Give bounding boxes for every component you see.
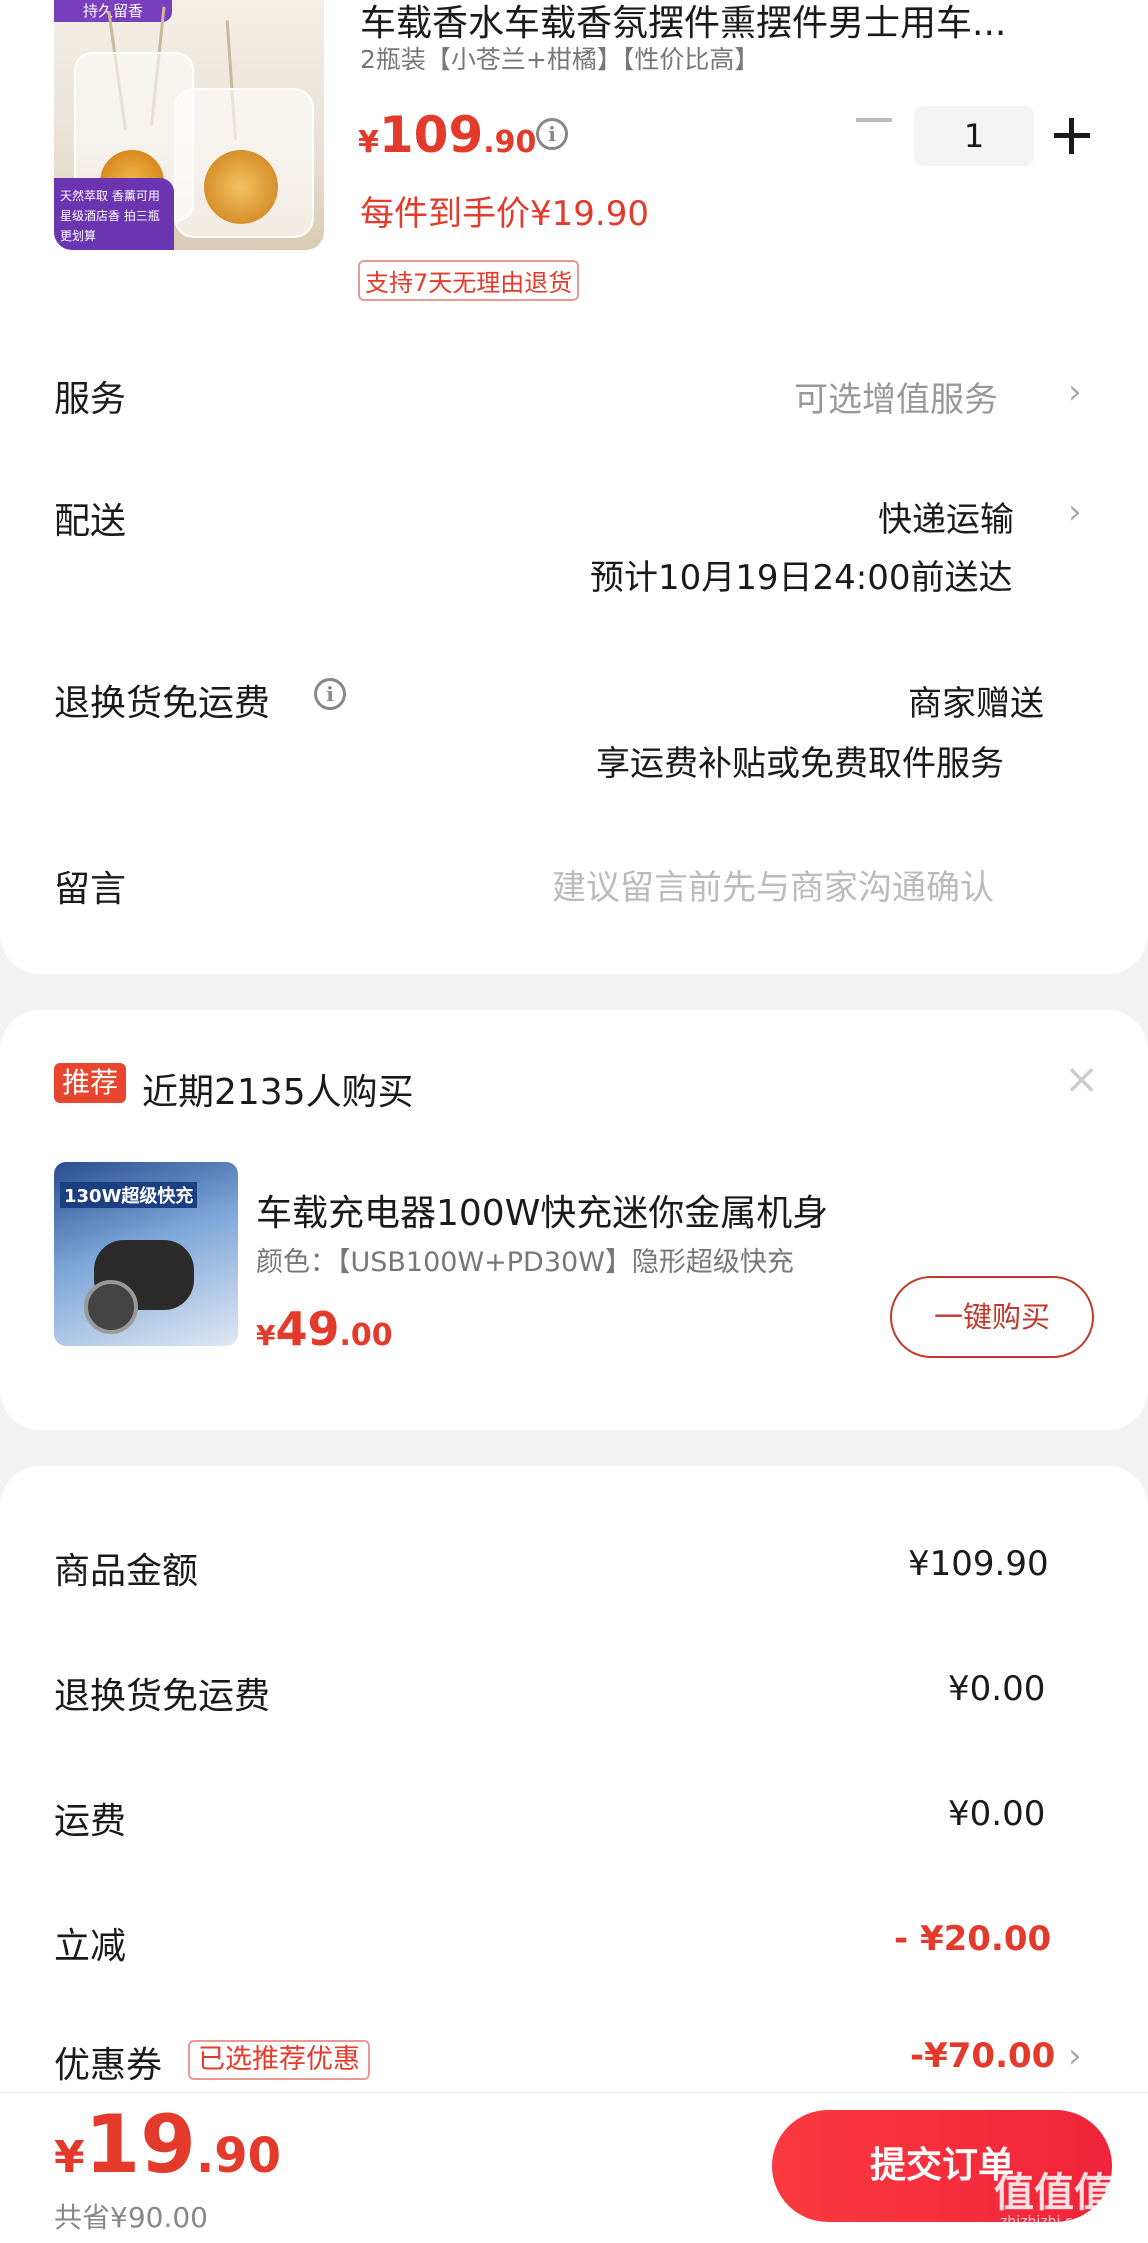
watermark-url: zhizhizhi.com — [1000, 2214, 1095, 2230]
price-integer: 19 — [84, 2098, 196, 2191]
return-free-label: 退换货免运费 — [54, 683, 271, 724]
recommend-product-price: ¥49.00 — [256, 1302, 393, 1356]
service-label: 服务 — [54, 379, 127, 420]
shipping-value: ¥0.00 — [948, 1794, 1046, 1834]
delivery-eta: 预计10月19日24:00前送达 — [590, 558, 1013, 598]
goods-amount-label: 商品金额 — [54, 1551, 199, 1592]
return-free-summary-value: ¥0.00 — [948, 1669, 1046, 1709]
shipping-label: 运费 — [54, 1801, 127, 1842]
discount-value: - ¥20.00 — [894, 1919, 1052, 1959]
chevron-right-icon[interactable]: › — [1068, 492, 1082, 532]
price-integer: 49 — [275, 1302, 340, 1356]
quantity-decrease-button[interactable] — [856, 118, 892, 122]
total-price: ¥19.90 — [54, 2098, 281, 2191]
price-decimal: .00 — [339, 1318, 393, 1353]
info-icon[interactable]: i — [536, 118, 568, 150]
delivery-label: 配送 — [54, 501, 127, 542]
recommend-badge: 推荐 — [54, 1063, 127, 1103]
discount-label: 立减 — [54, 1926, 127, 1967]
price-integer: 109 — [378, 106, 484, 164]
coupon-value[interactable]: -¥70.00 — [910, 2036, 1055, 2076]
message-input[interactable]: 建议留言前先与商家沟通确认 — [552, 860, 994, 909]
return-free-desc: 享运费补贴或免费取件服务 — [596, 744, 1004, 784]
total-saved: 共省¥90.00 — [54, 2201, 208, 2234]
product-price: ¥109.90 — [358, 106, 536, 164]
chevron-right-icon[interactable]: › — [1068, 372, 1082, 412]
product-thumbnail[interactable]: 持久留香 天然萃取 香薰可用 星级酒店香 拍三瓶更划算 — [54, 0, 324, 250]
delivery-method[interactable]: 快递运输 — [878, 492, 1014, 541]
price-currency: ¥ — [54, 2132, 85, 2183]
one-click-buy-button[interactable]: 一键购买 — [890, 1276, 1094, 1358]
return-policy-tag: 支持7天无理由退货 — [358, 260, 580, 301]
watermark-logo: 值值值 — [994, 2170, 1114, 2216]
thumb-badge: 天然萃取 香薰可用 星级酒店香 拍三瓶更划算 — [54, 178, 174, 250]
chevron-right-icon[interactable]: › — [1068, 2036, 1082, 2076]
orange-slice-image — [204, 150, 278, 224]
return-free-summary-label: 退换货免运费 — [54, 1676, 271, 1717]
per-item-price: 每件到手价¥19.90 — [360, 194, 649, 234]
info-icon[interactable]: i — [314, 678, 346, 710]
recommend-product-thumbnail[interactable]: 130W超级快充 — [54, 1162, 238, 1346]
coupon-label: 优惠券 — [54, 2045, 163, 2086]
recommend-product-name[interactable]: 车载充电器100W快充迷你金属机身 — [256, 1184, 828, 1236]
price-decimal: .90 — [483, 125, 537, 160]
close-icon[interactable]: × — [1064, 1054, 1099, 1103]
message-label: 留言 — [54, 869, 127, 910]
return-free-value: 商家赠送 — [908, 684, 1044, 724]
goods-amount-value: ¥109.90 — [908, 1544, 1049, 1584]
quantity-input[interactable]: 1 — [914, 106, 1034, 166]
recommend-title: 近期2135人购买 — [142, 1072, 414, 1113]
thumb-tag: 持久留香 — [54, 0, 172, 22]
quantity-increase-button[interactable] — [1054, 118, 1090, 154]
price-currency: ¥ — [256, 1319, 276, 1352]
charger-port-image — [84, 1280, 138, 1334]
service-value[interactable]: 可选增值服务 — [794, 372, 998, 421]
recommend-thumb-text: 130W超级快充 — [60, 1182, 198, 1208]
price-decimal: .90 — [195, 2128, 281, 2184]
recommend-product-spec: 颜色：【USB100W+PD30W】隐形超级快充 — [256, 1247, 794, 1278]
product-spec[interactable]: 2瓶装【小苍兰+柑橘】【性价比高】 — [360, 40, 759, 76]
price-currency: ¥ — [358, 125, 379, 160]
coupon-tag[interactable]: 已选推荐优惠 — [188, 2040, 370, 2080]
